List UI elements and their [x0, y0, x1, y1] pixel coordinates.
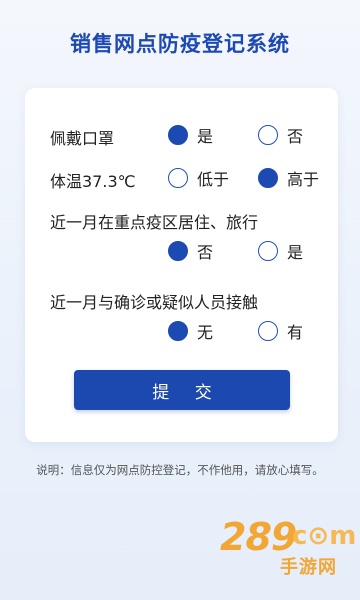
- radio-mask-no[interactable]: 否: [258, 123, 303, 147]
- radio-temperature-below-indicator[interactable]: [168, 168, 188, 188]
- radio-mask-no-label: 否: [287, 127, 304, 146]
- page-title: 销售网点防疫登记系统: [70, 32, 290, 56]
- watermark-suffix: c⊙m: [292, 521, 357, 551]
- question-contact-label: 近一月与确诊或疑似人员接触: [50, 293, 259, 312]
- submit-button[interactable]: 提 交: [74, 370, 290, 410]
- radio-contact-none-label: 无: [197, 323, 214, 342]
- radio-epidemic-area-no-label: 否: [197, 243, 214, 262]
- radio-mask-yes[interactable]: 是: [168, 123, 213, 147]
- radio-temperature-below[interactable]: 低于: [168, 166, 229, 190]
- watermark-logo: 289 c⊙m 手游网: [220, 515, 360, 600]
- radio-contact-yes[interactable]: 有: [258, 319, 303, 343]
- radio-epidemic-area-yes-label: 是: [287, 243, 304, 262]
- radio-epidemic-area-no[interactable]: 否: [168, 239, 213, 263]
- radio-temperature-above-label: 高于: [287, 170, 320, 189]
- watermark-subtitle: 手游网: [280, 557, 337, 578]
- radio-contact-yes-label: 有: [287, 323, 304, 342]
- question-temperature-label: 体温37.3℃: [50, 172, 136, 191]
- footer-note: 说明：信息仅为网点防控登记，不作他用，请放心填写。: [36, 463, 324, 477]
- radio-mask-no-indicator[interactable]: [258, 125, 278, 145]
- radio-mask-yes-label: 是: [197, 127, 214, 146]
- radio-contact-none[interactable]: 无: [168, 319, 213, 343]
- radio-contact-none-indicator[interactable]: [168, 321, 188, 341]
- question-mask-label: 佩戴口罩: [50, 129, 115, 148]
- registration-form-card: 佩戴口罩 是 否 体温37.3℃ 低于 高于 近一月在重点疫区居住、旅行 否 是…: [25, 88, 338, 442]
- radio-temperature-below-label: 低于: [197, 170, 230, 189]
- radio-mask-yes-indicator[interactable]: [168, 125, 188, 145]
- radio-contact-yes-indicator[interactable]: [258, 321, 278, 341]
- radio-epidemic-area-no-indicator[interactable]: [168, 241, 188, 261]
- radio-temperature-above-indicator[interactable]: [258, 168, 278, 188]
- radio-epidemic-area-yes[interactable]: 是: [258, 239, 303, 263]
- radio-temperature-above[interactable]: 高于: [258, 166, 319, 190]
- radio-epidemic-area-yes-indicator[interactable]: [258, 241, 278, 261]
- question-epidemic-area-label: 近一月在重点疫区居住、旅行: [50, 213, 259, 232]
